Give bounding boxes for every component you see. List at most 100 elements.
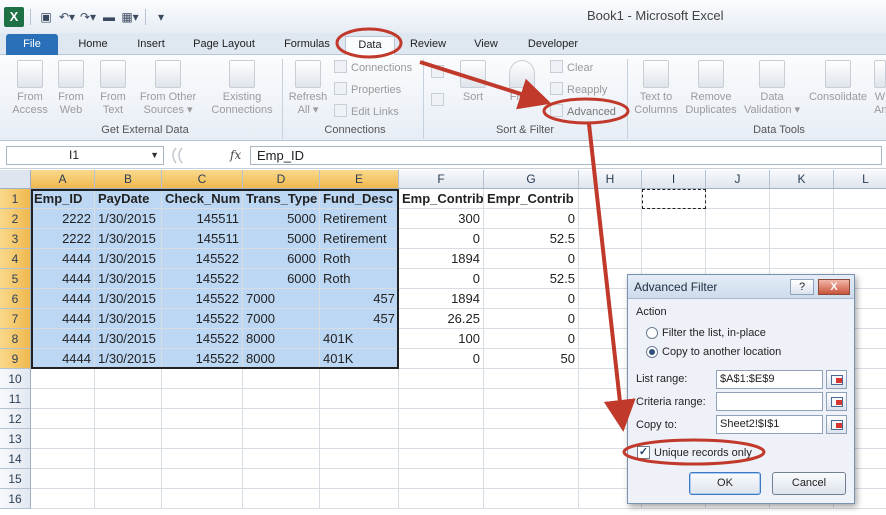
close-icon[interactable]: X <box>818 279 850 295</box>
filter-in-place-radio[interactable] <box>646 327 658 339</box>
column-header[interactable]: C <box>162 170 243 189</box>
empty-cell[interactable] <box>484 369 579 389</box>
table-cell[interactable]: 145522 <box>162 329 243 349</box>
name-box[interactable]: I1 ▼ <box>6 146 164 165</box>
table-cell[interactable]: 4444 <box>31 309 95 329</box>
empty-cell[interactable] <box>31 369 95 389</box>
table-cell[interactable]: 4444 <box>31 289 95 309</box>
connections-button[interactable]: Connections <box>334 60 412 76</box>
table-cell[interactable]: 0 <box>484 309 579 329</box>
data-validation-button[interactable]: Data Validation ▾ <box>742 60 802 117</box>
empty-cell[interactable] <box>399 409 484 429</box>
empty-cell[interactable] <box>706 229 770 249</box>
empty-cell[interactable] <box>162 469 243 489</box>
empty-cell[interactable] <box>579 209 642 229</box>
empty-cell[interactable] <box>162 389 243 409</box>
empty-cell[interactable] <box>95 449 162 469</box>
column-header[interactable]: J <box>706 170 770 189</box>
copy-to-collapse-icon[interactable] <box>826 415 847 434</box>
ok-button[interactable]: OK <box>689 472 761 495</box>
column-header[interactable]: L <box>834 170 886 189</box>
empty-cell[interactable] <box>484 469 579 489</box>
row-header[interactable]: 15 <box>0 469 31 489</box>
row-header[interactable]: 7 <box>0 309 31 329</box>
empty-cell[interactable] <box>834 229 886 249</box>
row-header[interactable]: 5 <box>0 269 31 289</box>
table-cell[interactable]: 1894 <box>399 289 484 309</box>
table-cell[interactable]: 0 <box>399 349 484 369</box>
table-cell[interactable]: Retirement <box>320 209 399 229</box>
table-cell[interactable]: 1/30/2015 <box>95 249 162 269</box>
row-header[interactable]: 4 <box>0 249 31 269</box>
table-cell[interactable]: 401K <box>320 329 399 349</box>
table-cell[interactable]: 4444 <box>31 349 95 369</box>
copy-to-location-radio[interactable] <box>646 346 658 358</box>
empty-cell[interactable] <box>320 449 399 469</box>
table-cell[interactable]: 4444 <box>31 249 95 269</box>
table-cell[interactable]: 26.25 <box>399 309 484 329</box>
table-cell[interactable]: 145511 <box>162 229 243 249</box>
tab-insert[interactable]: Insert <box>125 36 177 55</box>
header-cell[interactable]: Check_Num <box>162 189 243 209</box>
empty-cell[interactable] <box>642 249 706 269</box>
column-header[interactable]: G <box>484 170 579 189</box>
empty-cell[interactable] <box>770 249 834 269</box>
empty-cell[interactable] <box>162 489 243 509</box>
tab-data[interactable]: Data <box>345 36 395 56</box>
empty-cell[interactable] <box>399 489 484 509</box>
empty-cell[interactable] <box>706 189 770 209</box>
cancel-button[interactable]: Cancel <box>772 472 846 495</box>
table-cell[interactable]: 100 <box>399 329 484 349</box>
empty-cell[interactable] <box>320 389 399 409</box>
table-cell[interactable]: 145511 <box>162 209 243 229</box>
empty-cell[interactable] <box>484 429 579 449</box>
empty-cell[interactable] <box>162 369 243 389</box>
table-cell[interactable]: 4444 <box>31 329 95 349</box>
column-header[interactable]: F <box>399 170 484 189</box>
empty-cell[interactable] <box>399 449 484 469</box>
table-cell[interactable]: 300 <box>399 209 484 229</box>
empty-cell[interactable] <box>399 469 484 489</box>
row-header[interactable]: 1 <box>0 189 31 209</box>
empty-cell[interactable] <box>243 369 320 389</box>
empty-cell[interactable] <box>95 489 162 509</box>
empty-cell[interactable] <box>642 189 706 209</box>
empty-cell[interactable] <box>399 389 484 409</box>
table-cell[interactable]: Roth <box>320 249 399 269</box>
empty-cell[interactable] <box>95 429 162 449</box>
filter-in-place-label[interactable]: Filter the list, in-place <box>662 327 766 339</box>
row-header[interactable]: 12 <box>0 409 31 429</box>
row-header[interactable]: 16 <box>0 489 31 509</box>
table-cell[interactable]: 1/30/2015 <box>95 329 162 349</box>
empty-cell[interactable] <box>31 389 95 409</box>
sort-za-button[interactable] <box>431 93 448 109</box>
table-cell[interactable]: 1894 <box>399 249 484 269</box>
row-header[interactable]: 8 <box>0 329 31 349</box>
list-range-input[interactable]: $A$1:$E$9 <box>716 370 823 389</box>
from-access-button[interactable]: From Access <box>12 60 48 117</box>
table-cell[interactable]: 1/30/2015 <box>95 229 162 249</box>
empty-cell[interactable] <box>579 249 642 269</box>
empty-cell[interactable] <box>484 409 579 429</box>
table-cell[interactable]: 145522 <box>162 289 243 309</box>
criteria-range-collapse-icon[interactable] <box>826 392 847 411</box>
row-header[interactable]: 3 <box>0 229 31 249</box>
empty-cell[interactable] <box>399 429 484 449</box>
table-cell[interactable]: 6000 <box>243 249 320 269</box>
criteria-range-input[interactable] <box>716 392 823 411</box>
empty-cell[interactable] <box>834 249 886 269</box>
empty-cell[interactable] <box>484 489 579 509</box>
table-cell[interactable]: 0 <box>484 289 579 309</box>
select-all-corner[interactable] <box>0 170 31 189</box>
table-cell[interactable]: 0 <box>484 209 579 229</box>
column-header[interactable]: I <box>642 170 706 189</box>
header-cell[interactable]: PayDate <box>95 189 162 209</box>
empty-cell[interactable] <box>95 409 162 429</box>
table-cell[interactable]: 1/30/2015 <box>95 269 162 289</box>
from-text-button[interactable]: From Text <box>96 60 130 117</box>
reapply-button[interactable]: Reapply <box>550 82 607 98</box>
empty-cell[interactable] <box>834 189 886 209</box>
empty-cell[interactable] <box>642 229 706 249</box>
empty-cell[interactable] <box>706 209 770 229</box>
empty-cell[interactable] <box>320 369 399 389</box>
